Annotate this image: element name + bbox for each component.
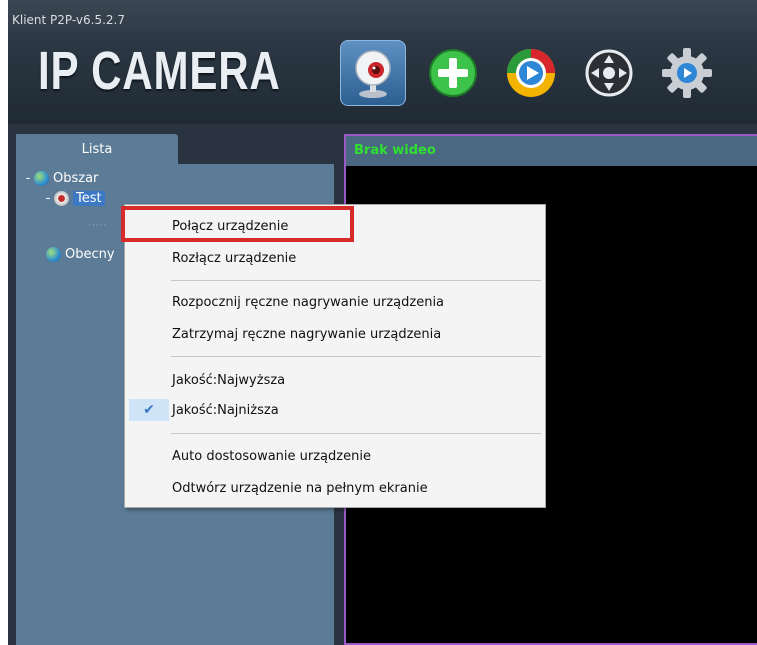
menu-separator [171,356,541,357]
menu-item-label: Jakość:Najwyższa [172,372,286,388]
menu-item-label: Rozłącz urządzenie [172,250,297,266]
globe-icon [34,170,49,186]
tree-label-area: Obszar [53,170,99,186]
context-menu: Połącz urządzenie Rozłącz urządzenie Roz… [124,204,546,508]
menu-separator [171,280,541,281]
add-icon [429,49,477,97]
menu-item-auto-adjust[interactable]: Auto dostosowanie urządzenie [125,443,545,469]
video-status: Brak wideo [346,136,757,166]
highlight-box [121,206,354,242]
tree-node-area[interactable]: - Obszar [22,168,98,188]
tree-label-online: Obecny [65,246,115,262]
menu-item-label: Zatrzymaj ręczne nagrywanie urządzenia [172,326,442,342]
ptz-control-icon [585,49,633,97]
settings-icon [662,48,712,98]
tab-lista[interactable]: Lista [16,134,178,164]
tree-node-device[interactable]: - Test [42,188,105,208]
menu-separator [171,433,541,434]
tree-toggle[interactable]: - [22,171,34,186]
menu-item-quality-highest[interactable]: Jakość:Najwyższa [125,367,545,393]
settings-button[interactable] [654,40,720,106]
ptz-control-button[interactable] [576,40,642,106]
menu-item-label: Rozpocznij ręczne nagrywanie urządzenia [172,294,445,310]
tree-toggle[interactable]: - [42,191,54,206]
webcam-icon [355,50,391,98]
menu-item-label: Odtwórz urządzenie na pełnym ekranie [172,480,428,496]
menu-item-label: Jakość:Najniższa [172,402,279,418]
play-icon [507,49,555,97]
menu-item-label: Auto dostosowanie urządzenie [172,448,371,464]
tree-node-online[interactable]: Obecny [46,244,115,264]
tree-connector-icon: ····· [88,221,108,231]
menu-item-start-recording[interactable]: Rozpocznij ręczne nagrywanie urządzenia [125,289,545,315]
check-icon: ✔ [129,399,169,421]
menu-item-stop-recording[interactable]: Zatrzymaj ręczne nagrywanie urządzenia [125,321,545,347]
webcam-button[interactable] [340,40,406,106]
tree-label-device: Test [73,190,105,206]
add-device-button[interactable] [420,40,486,106]
playback-button[interactable] [498,40,564,106]
globe-icon [46,246,61,262]
menu-item-quality-lowest[interactable]: ✔ Jakość:Najniższa [125,397,545,423]
menu-item-fullscreen[interactable]: Odtwórz urządzenie na pełnym ekranie [125,475,545,501]
toolbar: IP CAMERA [8,32,757,124]
app-logo: IP CAMERA [38,41,281,101]
menu-item-disconnect-device[interactable]: Rozłącz urządzenie [125,245,545,271]
camera-icon [54,190,69,206]
